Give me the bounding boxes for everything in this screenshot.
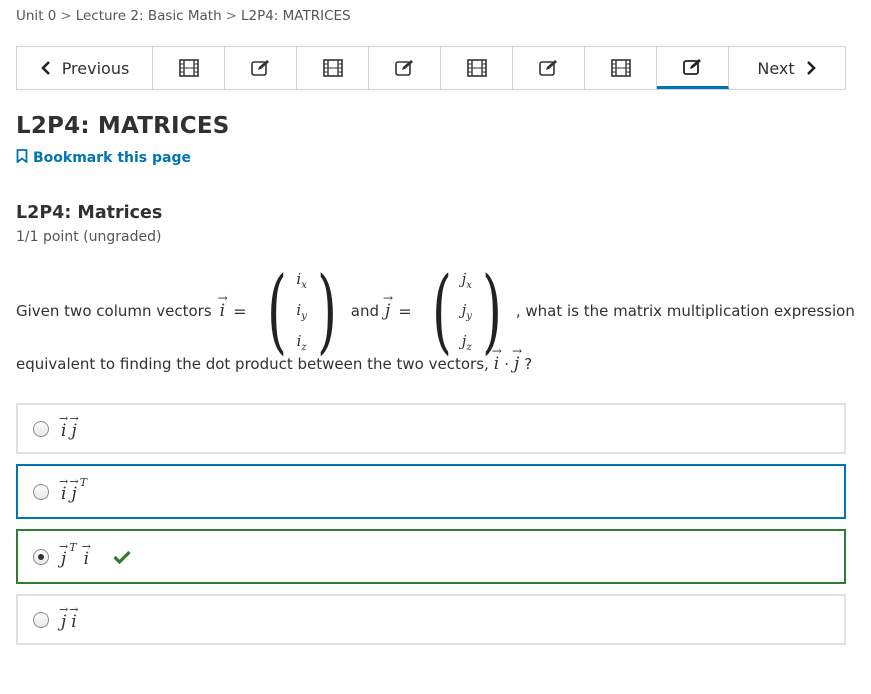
choice-term: j [69,475,79,504]
vector-i: i [492,344,503,374]
tab-video-1[interactable] [153,47,225,89]
vector-j: j [383,291,393,321]
choice-term: i [59,412,69,441]
choice-expression: j i [59,603,79,632]
previous-button[interactable]: Previous [17,47,153,89]
equals-sign: = [233,301,247,321]
video-icon [178,59,199,77]
edit-icon [394,59,415,77]
bookmark-label: Bookmark this page [33,150,191,166]
breadcrumb-unit[interactable]: Unit 0 [16,8,56,24]
j-x: jx [461,269,472,291]
choice-term: i [59,475,69,504]
tab-video-3[interactable] [441,47,513,89]
tab-video-2[interactable] [297,47,369,89]
right-paren: ) [316,257,337,364]
video-icon [610,59,631,77]
tab-problem-4-active[interactable] [657,47,729,89]
tab-problem-1[interactable] [225,47,297,89]
question-part2: , what is the matrix multiplication expr… [515,302,855,320]
choice-1[interactable]: i j [16,403,846,454]
breadcrumb-current: L2P4: MATRICES [240,8,351,24]
choice-3-correct[interactable]: j T i [16,529,846,584]
next-label: Next [757,58,795,78]
transpose-superscript: T [79,475,88,489]
j-z: jz [461,331,472,353]
bookmark-icon [16,149,28,167]
radio-button[interactable] [33,420,49,437]
tab-video-4[interactable] [585,47,657,89]
choice-expression: j T i [59,540,92,569]
choice-2[interactable]: i j T [16,464,846,519]
question-line2: equivalent to finding the dot product be… [16,344,533,374]
i-y: iy [296,300,307,322]
video-icon [466,59,487,77]
page-title: L2P4: MATRICES [16,113,230,139]
radio-button[interactable] [33,483,49,500]
question-and: and [350,302,380,320]
breadcrumb-lecture[interactable]: Lecture 2: Basic Math [76,8,222,24]
equals-sign: = [398,301,412,321]
dot-operator: · [504,355,509,373]
transpose-superscript: T [69,540,77,554]
vector-j-components: jx jy jz [460,270,474,353]
choice-term: j [69,412,79,441]
choice-expression: i j T [59,475,87,504]
video-icon [322,59,343,77]
tab-problem-2[interactable] [369,47,441,89]
j-y: jy [461,300,472,322]
breadcrumb-separator: > [60,8,72,24]
edit-icon [250,59,271,77]
choice-expression: i j [59,412,79,441]
left-paren: ( [431,257,452,364]
tab-problem-3[interactable] [513,47,585,89]
radio-button[interactable] [33,611,49,628]
problem-progress: 1/1 point (ungraded) [16,229,162,245]
vector-i: i [218,291,229,321]
problem-title: L2P4: Matrices [16,203,163,223]
breadcrumb-separator: > [225,8,237,24]
choice-term: j [59,540,69,569]
bookmark-button[interactable]: Bookmark this page [16,149,191,167]
previous-label: Previous [61,58,130,78]
question-text: Given two column vectors i = ( ix iy iz … [16,257,855,364]
question-line2-text: equivalent to finding the dot product be… [16,355,489,373]
choice-4[interactable]: j i [16,594,846,645]
question-mark: ? [524,355,533,373]
chevron-right-icon [805,61,817,75]
choice-term: i [69,603,79,632]
edit-icon [682,58,703,76]
vector-i-components: ix iy iz [294,270,308,353]
left-paren: ( [266,257,287,364]
edit-icon [538,59,559,77]
i-x: ix [296,269,307,291]
vector-j: j [512,344,522,374]
radio-button-selected[interactable] [33,548,49,565]
question-part1: Given two column vectors [16,302,212,320]
i-z: iz [296,331,307,353]
vector-i-column: ( ix iy iz ) [259,265,345,357]
choice-term: i [82,540,92,569]
sequence-nav: Previous Next [16,46,846,90]
checkmark-icon [113,550,131,564]
next-button[interactable]: Next [729,47,845,89]
breadcrumb: Unit 0 > Lecture 2: Basic Math > L2P4: M… [16,8,351,24]
choice-term: j [59,603,69,632]
chevron-left-icon [40,61,52,75]
